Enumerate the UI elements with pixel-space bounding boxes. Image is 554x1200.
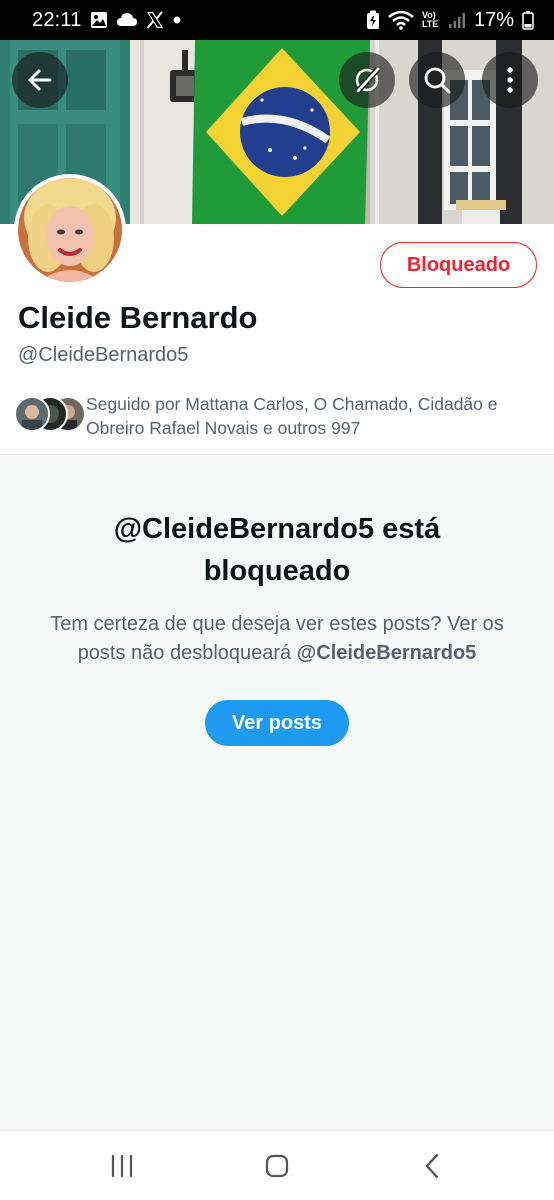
cloud-icon — [116, 12, 138, 28]
avatar-image — [18, 178, 122, 282]
recent-apps-button[interactable] — [102, 1149, 142, 1183]
avatar[interactable] — [14, 174, 126, 286]
followed-by-text: Seguido por Mattana Carlos, O Chamado, C… — [86, 394, 498, 438]
network-label: Vo) LTE — [421, 10, 439, 29]
view-posts-button[interactable]: Ver posts — [205, 700, 349, 746]
follower-avatar — [14, 396, 50, 432]
blocked-button[interactable]: Bloqueado — [380, 242, 537, 288]
navigation-bar — [0, 1130, 554, 1200]
status-time: 22:11 — [32, 8, 82, 31]
back-arrow-icon — [26, 66, 54, 94]
status-bar: 22:11 Vo) LTE 17% — [0, 0, 554, 40]
dot-icon — [172, 15, 182, 25]
blocked-title: @CleideBernardo5 está bloqueado — [113, 513, 441, 587]
status-left: 22:11 — [32, 9, 182, 32]
x-app-icon — [146, 11, 164, 29]
battery-percent: 17% — [473, 8, 514, 31]
follower-avatars — [14, 396, 86, 436]
no-sync-icon — [352, 65, 382, 95]
home-button[interactable] — [257, 1149, 297, 1183]
back-nav-button[interactable] — [412, 1149, 452, 1183]
recent-apps-icon — [110, 1155, 134, 1177]
back-button[interactable] — [12, 52, 68, 108]
profile-handle: @CleideBernardo5 — [18, 344, 189, 366]
status-right: Vo) LTE 17% — [366, 9, 534, 32]
home-icon — [265, 1154, 289, 1178]
profile-name: Cleide Bernardo — [18, 300, 258, 335]
search-icon — [422, 65, 452, 95]
followed-by[interactable]: Seguido por Mattana Carlos, O Chamado, C… — [14, 392, 544, 440]
more-vertical-icon — [506, 66, 514, 94]
back-icon — [424, 1153, 440, 1179]
signal-icon — [448, 11, 466, 29]
blocked-description: Tem certeza de que deseja ver estes post… — [30, 610, 524, 668]
grok-button[interactable] — [339, 52, 395, 108]
wifi-icon — [388, 10, 414, 30]
more-button[interactable] — [482, 52, 538, 108]
battery-icon — [522, 10, 534, 30]
battery-saver-icon — [366, 10, 380, 30]
blocked-description-handle: @CleideBernardo5 — [296, 642, 477, 664]
image-icon — [90, 11, 108, 29]
search-button[interactable] — [409, 52, 465, 108]
